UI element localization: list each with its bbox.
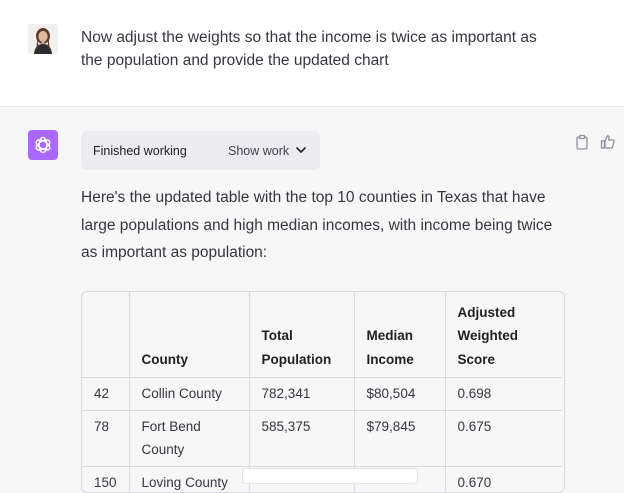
message-actions xyxy=(574,134,616,150)
show-work-button[interactable]: Show work xyxy=(228,144,289,158)
chevron-down-icon[interactable] xyxy=(294,143,308,157)
thumbs-up-icon[interactable] xyxy=(600,134,616,150)
cell-score: 0.698 xyxy=(445,377,562,411)
table-row: 42 Collin County 782,341 $80,504 0.698 xyxy=(82,377,562,411)
assistant-avatar xyxy=(28,130,58,160)
assistant-answer: Here's the updated table with the top 10… xyxy=(81,184,581,267)
header-score: Adjusted Weighted Score xyxy=(445,292,562,378)
cell-county-line-2: County xyxy=(141,442,185,457)
cell-population: 782,341 xyxy=(249,377,355,411)
user-message-line-1: Now adjust the weights so that the incom… xyxy=(81,29,537,46)
table-row: 78 Fort Bend County 585,375 $79,845 0.67… xyxy=(82,410,562,467)
cell-rank: 78 xyxy=(82,410,130,467)
header-score-line-2: Weighted xyxy=(457,328,519,343)
header-rank xyxy=(82,292,130,378)
finished-working-panel: Finished working Show work xyxy=(81,131,320,170)
cell-income: $79,845 xyxy=(354,410,446,467)
answer-line-1: Here's the updated table with the top 10… xyxy=(81,189,546,206)
cell-county: Loving County xyxy=(129,466,250,492)
header-score-line-1: Adjusted xyxy=(457,304,516,320)
header-population: Total Population xyxy=(249,292,355,378)
cell-county: Fort Bend County xyxy=(129,410,250,467)
floating-overlay xyxy=(242,468,418,484)
header-population-line-1: Total xyxy=(261,328,293,343)
cell-rank: 42 xyxy=(82,377,130,411)
finished-working-label: Finished working xyxy=(93,144,187,158)
county-table-grid: County Total Population Median Income Ad… xyxy=(82,292,562,492)
header-county: County xyxy=(129,292,250,378)
cell-county: Collin County xyxy=(129,377,250,411)
header-income-line-2: Income xyxy=(366,351,414,367)
answer-line-3: as important as population: xyxy=(81,244,268,261)
header-income-line-1: Median xyxy=(366,328,414,343)
header-score-line-3: Score xyxy=(457,351,496,367)
openai-logo-icon xyxy=(35,136,51,154)
clipboard-icon[interactable] xyxy=(574,134,590,150)
county-table: County Total Population Median Income Ad… xyxy=(81,291,565,493)
user-avatar xyxy=(28,24,58,54)
user-message-block: Now adjust the weights so that the incom… xyxy=(0,0,624,107)
cell-population: 585,375 xyxy=(249,410,355,467)
header-county-label: County xyxy=(141,351,189,367)
cell-score: 0.675 xyxy=(445,410,562,467)
header-income: Median Income xyxy=(354,292,446,378)
cell-score: 0.670 xyxy=(445,466,562,492)
answer-line-2: large populations and high median income… xyxy=(81,216,553,234)
cell-county-line-1: Fort Bend xyxy=(141,418,201,434)
user-message-text: Now adjust the weights so that the incom… xyxy=(81,26,561,72)
header-population-line-2: Population xyxy=(261,351,332,367)
cell-rank: 150 xyxy=(82,466,130,492)
table-header-row: County Total Population Median Income Ad… xyxy=(82,292,562,378)
cell-income: $80,504 xyxy=(354,377,446,411)
user-message-line-2: the population and provide the updated c… xyxy=(81,52,389,69)
